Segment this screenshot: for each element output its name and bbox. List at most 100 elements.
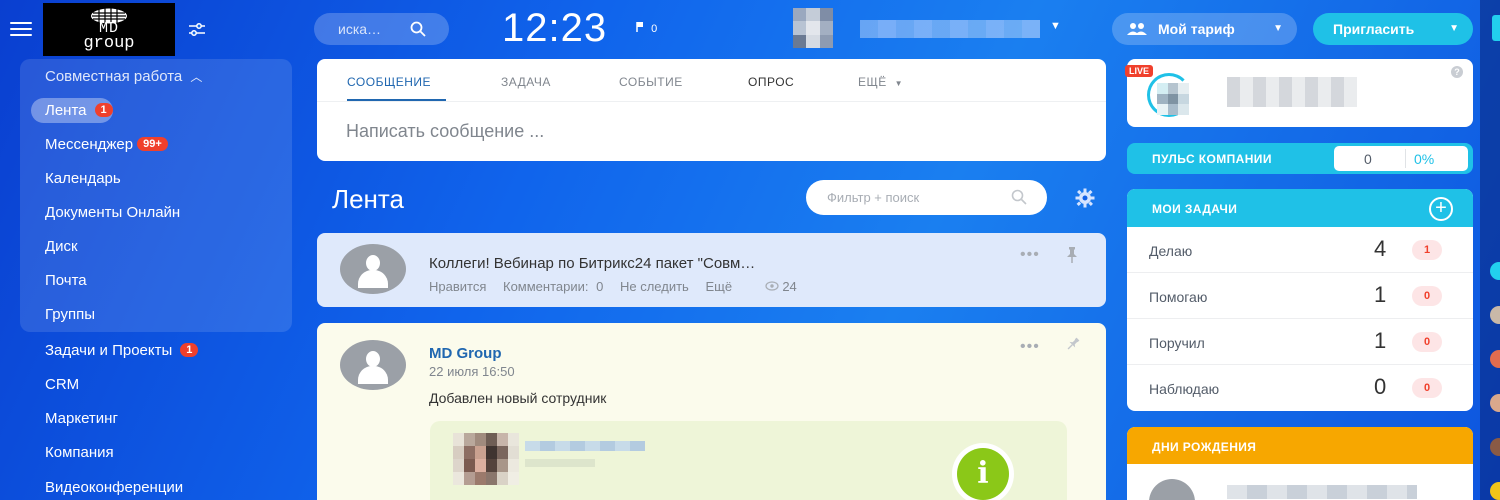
tab-more[interactable]: ЕЩЁ ▼ <box>858 75 903 89</box>
feed-post[interactable]: MD Group 22 июля 16:50 Добавлен новый со… <box>317 323 1106 500</box>
pin-icon[interactable] <box>1066 247 1078 266</box>
avatar[interactable] <box>1149 479 1195 500</box>
sidebar-item-label: Мессенджер <box>45 136 134 153</box>
birthdays-header[interactable]: ДНИ РОЖДЕНИЯ <box>1127 427 1473 464</box>
birthday-person-name[interactable] <box>1227 485 1417 499</box>
clock-time[interactable]: 12:23 <box>502 6 607 51</box>
task-row-label: Поручил <box>1149 335 1205 351</box>
logo-text-group: group <box>83 34 135 53</box>
birthdays-title: ДНИ РОЖДЕНИЯ <box>1152 440 1257 454</box>
invite-button[interactable]: Пригласить ▼ <box>1313 13 1473 45</box>
task-row-label: Делаю <box>1149 243 1193 259</box>
sidebar-item-tasks[interactable]: Задачи и Проекты 1 <box>45 342 199 359</box>
gear-icon[interactable] <box>1075 188 1095 208</box>
flag-counter[interactable]: 0 <box>636 22 657 35</box>
global-search[interactable]: иска… <box>314 13 449 45</box>
info-icon: i <box>952 443 1014 500</box>
pin-icon[interactable] <box>1066 337 1080 354</box>
eye-icon <box>765 281 779 291</box>
post-author[interactable]: MD Group <box>429 345 502 362</box>
tab-poll[interactable]: ОПРОС <box>748 75 794 89</box>
sidebar-item-messenger[interactable]: Мессенджер 99+ <box>45 136 168 153</box>
right-edge-panel[interactable] <box>1480 0 1500 500</box>
views-counter: 24 <box>765 279 810 294</box>
menu-burger-icon[interactable] <box>10 22 32 36</box>
company-pulse[interactable]: ПУЛЬС КОМПАНИИ 0 0% <box>1127 143 1473 174</box>
like-link[interactable]: Нравится <box>429 279 486 294</box>
sidebar-item-calendar[interactable]: Календарь <box>45 170 121 187</box>
search-input[interactable]: иска… <box>338 21 381 37</box>
task-row-helping[interactable]: Помогаю 1 0 <box>1127 273 1473 319</box>
post-text[interactable]: Коллеги! Вебинар по Битрикс24 пакет "Сов… <box>429 255 755 272</box>
search-icon[interactable] <box>1011 189 1027 205</box>
user-name[interactable] <box>860 20 1040 38</box>
flag-count: 0 <box>651 23 658 35</box>
feed-filter-search[interactable]: Фильтр + поиск <box>806 180 1047 215</box>
sidebar-item-label: Задачи и Проекты <box>45 342 173 359</box>
task-row-badge: 0 <box>1412 332 1442 352</box>
my-tasks-header[interactable]: МОИ ЗАДАЧИ + <box>1127 189 1473 227</box>
counter-badge: 1 <box>180 343 199 357</box>
task-row-badge: 0 <box>1412 378 1442 398</box>
sidebar-item-mail[interactable]: Почта <box>45 272 87 289</box>
more-link[interactable]: Ещё <box>705 279 732 294</box>
task-row-doing[interactable]: Делаю 4 1 <box>1127 227 1473 273</box>
sidebar-item-crm[interactable]: CRM <box>45 376 79 393</box>
pulse-value: 0 <box>1364 151 1372 167</box>
sidebar-item-company[interactable]: Компания <box>45 444 114 461</box>
message-input[interactable]: Написать сообщение ... <box>346 121 544 142</box>
people-icon <box>1127 23 1147 35</box>
tab-event[interactable]: СОБЫТИЕ <box>619 75 683 89</box>
post-actions: Нравится Комментарии: 0 Не следить Ещё 2… <box>429 279 823 294</box>
tab-message[interactable]: СООБЩЕНИЕ <box>347 75 431 89</box>
menu-group-title[interactable]: Совместная работа ︿ <box>45 68 202 85</box>
sidebar-item-videoconf[interactable]: Видеоконференции <box>45 479 183 496</box>
settings-sliders-icon[interactable] <box>188 22 206 38</box>
counter-badge: 99+ <box>137 137 168 151</box>
task-row-watching[interactable]: Наблюдаю 0 0 <box>1127 365 1473 411</box>
employee-photo[interactable] <box>453 433 519 485</box>
tab-task[interactable]: ЗАДАЧА <box>501 75 551 89</box>
search-icon[interactable] <box>410 21 426 37</box>
sidebar-item-disk[interactable]: Диск <box>45 238 78 255</box>
more-options-icon[interactable]: ••• <box>1020 338 1040 356</box>
divider <box>317 101 1106 102</box>
live-avatar[interactable] <box>1157 83 1189 115</box>
avatar[interactable] <box>340 244 406 294</box>
my-tasks-title: МОИ ЗАДАЧИ <box>1152 202 1238 216</box>
task-row-badge: 0 <box>1412 286 1442 306</box>
sidebar-item-groups[interactable]: Группы <box>45 306 95 323</box>
task-row-badge: 1 <box>1412 240 1442 260</box>
sidebar-item-feed[interactable]: Лента 1 <box>45 102 113 119</box>
views-count: 24 <box>782 279 797 294</box>
filter-input[interactable]: Фильтр + поиск <box>827 190 919 205</box>
chevron-down-icon[interactable]: ▼ <box>1050 20 1061 32</box>
feed-post-pinned[interactable]: Коллеги! Вебинар по Битрикс24 пакет "Сов… <box>317 233 1106 307</box>
task-row-assigned[interactable]: Поручил 1 0 <box>1127 319 1473 365</box>
sidebar-item-marketing[interactable]: Маркетинг <box>45 410 118 427</box>
user-avatar[interactable] <box>793 8 833 48</box>
avatar[interactable] <box>340 340 406 390</box>
help-icon[interactable]: ? <box>1451 66 1463 78</box>
counter-badge: 1 <box>94 103 113 117</box>
employee-name[interactable] <box>525 441 645 451</box>
chevron-up-icon: ︿ <box>190 70 203 84</box>
live-event-text[interactable] <box>1227 77 1357 107</box>
my-plan-button[interactable]: Мой тариф ▼ <box>1112 13 1297 45</box>
task-row-count: 1 <box>1374 282 1387 307</box>
post-date[interactable]: 22 июля 16:50 <box>429 364 515 379</box>
comments-link[interactable]: Комментарии: <box>503 279 589 294</box>
pulse-percent: 0% <box>1414 151 1435 167</box>
employee-position <box>525 459 595 467</box>
live-widget[interactable]: LIVE ? <box>1125 59 1473 127</box>
task-row-label: Помогаю <box>1149 289 1208 305</box>
more-options-icon[interactable]: ••• <box>1020 246 1040 264</box>
comments-count: 0 <box>596 279 604 294</box>
tab-more-label: ЕЩЁ <box>858 75 887 89</box>
edge-tab[interactable] <box>1492 15 1500 41</box>
post-composer: СООБЩЕНИЕ ЗАДАЧА СОБЫТИЕ ОПРОС ЕЩЁ ▼ Нап… <box>317 59 1106 161</box>
company-logo[interactable]: MD group <box>43 3 175 56</box>
sidebar-item-docs-online[interactable]: Документы Онлайн <box>45 204 180 221</box>
add-task-icon[interactable]: + <box>1429 197 1453 221</box>
unfollow-link[interactable]: Не следить <box>620 279 689 294</box>
